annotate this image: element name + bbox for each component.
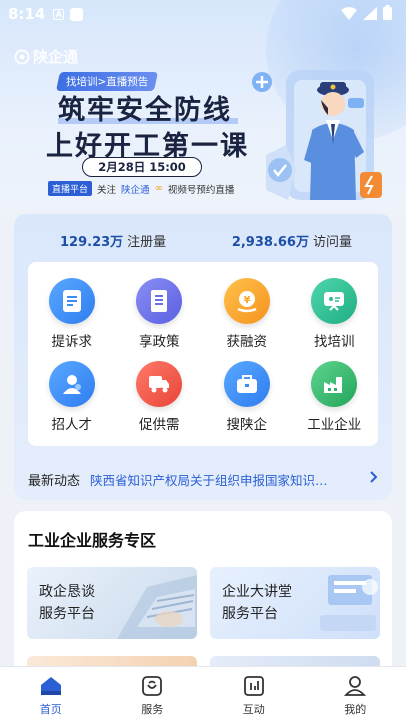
nav-home[interactable]: 首页 xyxy=(0,667,102,723)
service-industrial[interactable]: 工业企业 xyxy=(291,355,379,438)
live-badge: 直播平台 xyxy=(48,181,93,196)
home-icon xyxy=(39,674,63,698)
nav-service[interactable]: 服务 xyxy=(102,667,204,723)
policy-icon xyxy=(136,277,183,324)
stat-visits: 2,938.66万 访问量 xyxy=(232,231,352,262)
section-title: 工业企业服务专区 xyxy=(28,531,157,550)
nav-label: 我的 xyxy=(344,702,367,716)
service-label: 招人才 xyxy=(51,416,93,433)
notification-a-icon: A xyxy=(53,8,65,20)
nav-interaction[interactable]: 互动 xyxy=(203,667,305,723)
main-card: 129.23万注册量 2,938.66万访问量 提诉求 享政策 ¥ 获融资 xyxy=(14,214,392,500)
service-search-enterprise[interactable]: 搜陕企 xyxy=(203,355,291,438)
service-icon xyxy=(140,674,164,698)
stats-row: 129.23万 注册量 2,938.66万 访问量 xyxy=(14,214,392,262)
service-label: 享政策 xyxy=(139,333,180,350)
stat-registered: 129.23万 注册量 xyxy=(60,231,166,262)
news-ticker[interactable]: 最新动态 陕西省知识产权局关于组织申报国家知识… xyxy=(14,458,392,500)
stat-visits-value: 2,938.66万 xyxy=(231,235,309,250)
bottom-nav: 首页 服务 互动 我的 xyxy=(0,666,406,723)
svg-text:¥: ¥ xyxy=(243,295,250,306)
wifi-icon xyxy=(341,5,357,24)
service-label: 搜陕企 xyxy=(226,416,268,433)
stat-registered-label: 注册量 xyxy=(127,235,167,250)
news-title: 最新动态 xyxy=(28,473,81,489)
news-headline[interactable]: 陕西省知识产权局关于组织申报国家知识… xyxy=(90,470,360,489)
chevron-right-icon[interactable] xyxy=(370,471,378,487)
card-government-dialogue[interactable]: 政企恳谈 服务平台 xyxy=(27,567,197,639)
banner-footer-prefix: 关注 xyxy=(97,184,117,196)
banner-logo: 陕企通 xyxy=(14,46,78,67)
status-time: 8:14 xyxy=(8,5,46,23)
service-policy[interactable]: 享政策 xyxy=(116,272,204,355)
video-channel-icon: ∞ xyxy=(154,183,163,194)
profile-icon xyxy=(343,674,367,698)
training-icon xyxy=(311,277,358,324)
service-financing[interactable]: ¥ 获融资 xyxy=(203,272,291,355)
banner-date: 2月28日 15:00 xyxy=(82,157,202,177)
card-enterprise-lecture[interactable]: 企业大讲堂 服务平台 xyxy=(210,567,380,639)
service-label: 提诉求 xyxy=(51,333,93,350)
service-submit-request[interactable]: 提诉求 xyxy=(28,272,116,355)
factory-icon xyxy=(311,360,358,407)
banner-footer-highlight: 陕企通 xyxy=(121,184,150,196)
app-logo-icon xyxy=(14,49,30,64)
classroom-illustration xyxy=(320,575,378,631)
police-officer-illustration xyxy=(252,70,382,200)
finance-icon: ¥ xyxy=(223,277,270,324)
live-banner[interactable]: 陕企通 找培训>直播预告 筑牢安全防线 上好开工第一课 2月28日 15:00 … xyxy=(0,0,406,212)
banner-footer-suffix: 视频号预约直播 xyxy=(167,184,235,196)
signal-icon xyxy=(363,5,377,24)
document-icon xyxy=(48,277,95,324)
keyboard-illustration xyxy=(117,575,197,639)
service-training[interactable]: 找培训 xyxy=(291,272,379,355)
service-label: 工业企业 xyxy=(307,416,362,433)
stat-registered-value: 129.23万 xyxy=(60,235,124,250)
status-right xyxy=(341,4,392,24)
interaction-icon xyxy=(242,674,266,698)
nav-label: 首页 xyxy=(39,702,62,716)
status-bar: 8:14 A xyxy=(0,0,406,28)
stat-visits-label: 访问量 xyxy=(312,235,352,250)
service-label: 获融资 xyxy=(226,333,268,350)
service-label: 找培训 xyxy=(314,333,355,350)
battery-icon xyxy=(383,4,392,24)
truck-icon xyxy=(136,360,183,407)
briefcase-icon xyxy=(223,360,270,407)
nav-label: 服务 xyxy=(141,702,164,716)
banner-footer: 直播平台 关注 陕企通 ∞ 视频号预约直播 xyxy=(48,181,234,196)
nav-label: 互动 xyxy=(242,702,265,716)
service-talent[interactable]: 招人才 xyxy=(28,355,116,438)
service-supply-demand[interactable]: 促供需 xyxy=(116,355,204,438)
banner-title-line1: 筑牢安全防线 xyxy=(58,95,232,126)
talent-icon xyxy=(48,360,95,407)
service-label: 促供需 xyxy=(139,416,180,433)
service-grid: 提诉求 享政策 ¥ 获融资 找培训 招人才 促供需 搜陕企 工业企业 xyxy=(28,262,378,446)
banner-logo-text: 陕企通 xyxy=(33,48,79,66)
notification-square-icon xyxy=(70,7,84,21)
nav-profile[interactable]: 我的 xyxy=(305,667,406,723)
